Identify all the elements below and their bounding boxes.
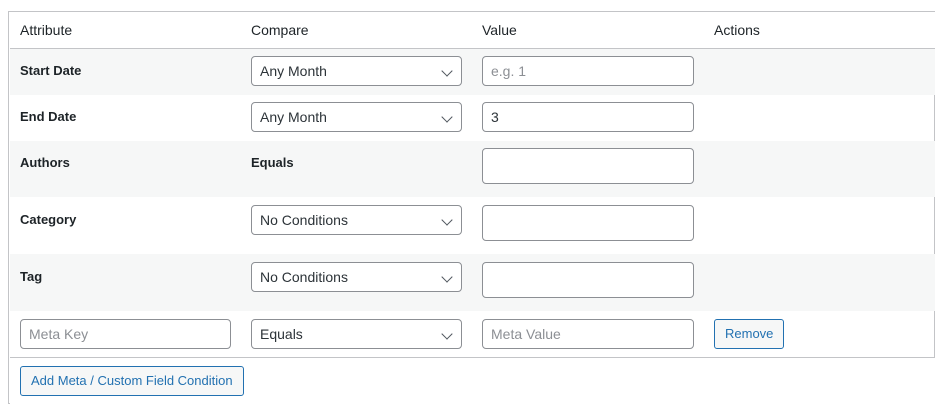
header-attribute: Attribute <box>20 22 73 38</box>
select-value: No Conditions <box>260 269 348 285</box>
table-footer: Add Meta / Custom Field Condition <box>10 357 935 404</box>
table-row-meta: Meta Key Equals Meta Value Remove <box>10 311 935 357</box>
chevron-down-icon <box>441 111 453 123</box>
conditions-table: Attribute Compare Value Actions Start Da… <box>8 11 935 404</box>
row-label: End Date <box>20 109 77 124</box>
value-input[interactable]: 3 <box>482 102 694 132</box>
value-input[interactable] <box>482 205 694 241</box>
compare-select[interactable]: Any Month <box>251 102 462 132</box>
table-row-start-date: Start Date Any Month e.g. 1 <box>10 49 935 95</box>
meta-compare-select[interactable]: Equals <box>251 319 462 349</box>
chevron-down-icon <box>441 271 453 283</box>
value-input[interactable] <box>482 262 694 298</box>
header-value: Value <box>482 22 517 38</box>
header-actions: Actions <box>714 22 760 38</box>
input-value: 3 <box>491 109 499 125</box>
chevron-down-icon <box>441 328 453 340</box>
add-meta-condition-button[interactable]: Add Meta / Custom Field Condition <box>20 366 244 396</box>
compare-select[interactable]: No Conditions <box>251 205 462 235</box>
chevron-down-icon <box>441 65 453 77</box>
row-label: Authors <box>20 155 70 170</box>
meta-value-input[interactable]: Meta Value <box>482 319 694 349</box>
row-label: Tag <box>20 269 43 284</box>
table-row-category: Category No Conditions <box>10 197 935 254</box>
value-input[interactable]: e.g. 1 <box>482 56 694 86</box>
table-header: Attribute Compare Value Actions <box>10 12 935 49</box>
header-compare: Compare <box>251 22 309 38</box>
row-label: Start Date <box>20 63 82 78</box>
meta-key-input[interactable]: Meta Key <box>20 319 231 349</box>
table-row-end-date: End Date Any Month 3 <box>10 95 935 141</box>
select-value: Any Month <box>260 63 327 79</box>
compare-static: Equals <box>251 155 294 170</box>
compare-select[interactable]: No Conditions <box>251 262 462 292</box>
table-row-authors: Authors Equals <box>10 141 935 197</box>
compare-select[interactable]: Any Month <box>251 56 462 86</box>
select-value: Any Month <box>260 109 327 125</box>
chevron-down-icon <box>441 214 453 226</box>
select-value: Equals <box>260 326 303 342</box>
input-placeholder: e.g. 1 <box>491 63 527 79</box>
remove-button[interactable]: Remove <box>714 319 785 349</box>
table-row-tag: Tag No Conditions <box>10 254 935 311</box>
input-placeholder: Meta Value <box>491 326 561 342</box>
input-placeholder: Meta Key <box>29 326 89 342</box>
value-input[interactable] <box>482 148 694 184</box>
select-value: No Conditions <box>260 212 348 228</box>
row-label: Category <box>20 212 77 227</box>
